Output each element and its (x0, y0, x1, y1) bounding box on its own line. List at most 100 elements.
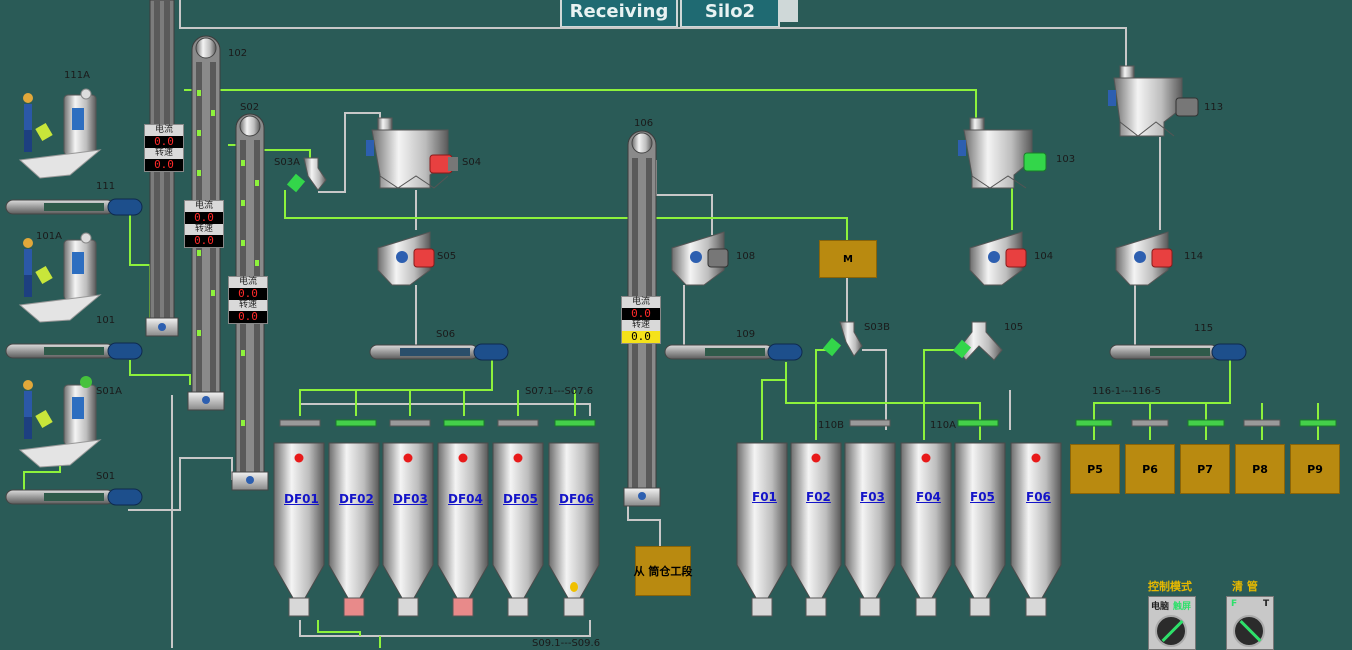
dial-needle (1239, 620, 1262, 642)
silo-discharge-gate (563, 597, 585, 617)
f-silo-body (790, 442, 842, 617)
silo-link-f06[interactable]: F06 (1026, 490, 1051, 504)
silo-discharge-gate (751, 597, 773, 617)
silo-link-df03[interactable]: DF03 (393, 492, 428, 506)
silo-link-f02[interactable]: F02 (806, 490, 831, 504)
df-silo-body (328, 442, 380, 617)
label-S03B: S03B (864, 322, 890, 333)
speed-value: 0.0 (229, 311, 267, 323)
meter-panel-elevator-106[interactable]: 电流 0.0 转速 0.0 (621, 296, 661, 344)
label-S01: S01 (96, 471, 116, 482)
silo-link-f05[interactable]: F05 (970, 490, 995, 504)
level-indicator (1031, 453, 1041, 463)
from-silo-section-button[interactable]: 从 筒仓工段 (634, 546, 692, 596)
label-101: 101 (96, 315, 116, 326)
conveyor-101 (5, 342, 143, 360)
meter-panel-elevator-1[interactable]: 电流 0.0 转速 0.0 (144, 124, 184, 172)
silo-discharge-gate (1025, 597, 1047, 617)
label-101A: 101A (36, 231, 62, 242)
speed-value: 0.0 (145, 159, 183, 171)
level-indicator (403, 453, 413, 463)
label-S01A: S01A (96, 386, 122, 397)
dial-needle (1161, 620, 1184, 642)
intake-S01A (18, 376, 102, 468)
f-silo-body (1010, 442, 1062, 617)
conveyor-115 (1109, 343, 1247, 361)
label-S09: S09.1---S09.6 (532, 638, 601, 649)
silo-link-f03[interactable]: F03 (860, 490, 885, 504)
label-110B: 110B (818, 420, 844, 431)
unit-S04 (366, 117, 458, 189)
label-106: 106 (634, 118, 654, 129)
bin-p5[interactable]: P5 (1070, 444, 1120, 494)
level-indicator (811, 453, 821, 463)
pipe-clean-right-label: T (1263, 599, 1270, 609)
bin-p6[interactable]: P6 (1125, 444, 1175, 494)
control-mode-right-label: 触屏 (1173, 602, 1192, 612)
bin-p7[interactable]: P7 (1180, 444, 1230, 494)
df-silo-body (273, 442, 325, 617)
f-silo-bodies (736, 442, 1062, 617)
silo-link-f01[interactable]: F01 (752, 490, 777, 504)
df-silo-body (492, 442, 544, 617)
pipe-clean-title: 清 管 (1232, 580, 1258, 593)
pipe-clean-dial[interactable] (1233, 615, 1265, 647)
silo-link-df05[interactable]: DF05 (503, 492, 538, 506)
f-silo-body (900, 442, 952, 617)
label-104: 104 (1034, 251, 1054, 262)
meter-panel-elevator-102[interactable]: 电流 0.0 转速 0.0 (184, 200, 224, 248)
grinder-104 (969, 231, 1027, 286)
conveyor-S06 (369, 343, 509, 361)
level-indicator (513, 453, 523, 463)
diverter-105 (952, 321, 1003, 361)
pipe-clean-switch[interactable]: F T (1226, 596, 1274, 650)
grinder-108 (671, 231, 729, 286)
control-mode-switch[interactable]: 电脑 触屏 (1148, 596, 1196, 650)
label-109: 109 (736, 329, 756, 340)
unit-113 (1108, 65, 1199, 137)
silo-discharge-gate (288, 597, 310, 617)
silo-discharge-gate (859, 597, 881, 617)
label-105: 105 (1004, 322, 1024, 333)
df-silo-body (382, 442, 434, 617)
silo-discharge-gate (915, 597, 937, 617)
label-111A: 111A (64, 70, 90, 81)
motor-m-box[interactable]: M (819, 240, 877, 278)
current-value: 0.0 (229, 288, 267, 300)
bin-p9[interactable]: P9 (1290, 444, 1340, 494)
label-S06: S06 (436, 329, 456, 340)
f-silo-body (844, 442, 896, 617)
gates-p (1075, 419, 1337, 427)
silo-link-df01[interactable]: DF01 (284, 492, 319, 506)
silo-link-df04[interactable]: DF04 (448, 492, 483, 506)
meter-panel-elevator-S02[interactable]: 电流 0.0 转速 0.0 (228, 276, 268, 324)
silo-link-df02[interactable]: DF02 (339, 492, 374, 506)
grinder-S05 (377, 231, 435, 286)
speed-value: 0.0 (622, 331, 660, 343)
level-indicator (921, 453, 931, 463)
label-113: 113 (1204, 102, 1224, 113)
df-silo-body (548, 442, 600, 617)
label-114: 114 (1184, 251, 1204, 262)
label-S02: S02 (240, 102, 260, 113)
control-mode-left-label: 电脑 (1151, 602, 1170, 612)
silo-link-f04[interactable]: F04 (916, 490, 941, 504)
label-103: 103 (1056, 154, 1076, 165)
bin-p8[interactable]: P8 (1235, 444, 1285, 494)
label-S04: S04 (462, 157, 482, 168)
process-mimic: Receiving Silo2 111A 101A S01A 111 101 S… (0, 0, 1352, 650)
silo-discharge-gate (507, 597, 529, 617)
df-silo-bodies (273, 442, 600, 617)
df-silo-body (437, 442, 489, 617)
current-value: 0.0 (185, 212, 223, 224)
silo-discharge-gate (397, 597, 419, 617)
diverter-S03B (822, 321, 863, 357)
level-indicator (458, 453, 468, 463)
silo-link-df06[interactable]: DF06 (559, 492, 594, 506)
label-115: 115 (1194, 323, 1214, 334)
silo-discharge-gate (452, 597, 474, 617)
label-102: 102 (228, 48, 248, 59)
f-silo-body (736, 442, 788, 617)
label-S03A: S03A (274, 157, 300, 168)
control-mode-dial[interactable] (1155, 615, 1187, 647)
